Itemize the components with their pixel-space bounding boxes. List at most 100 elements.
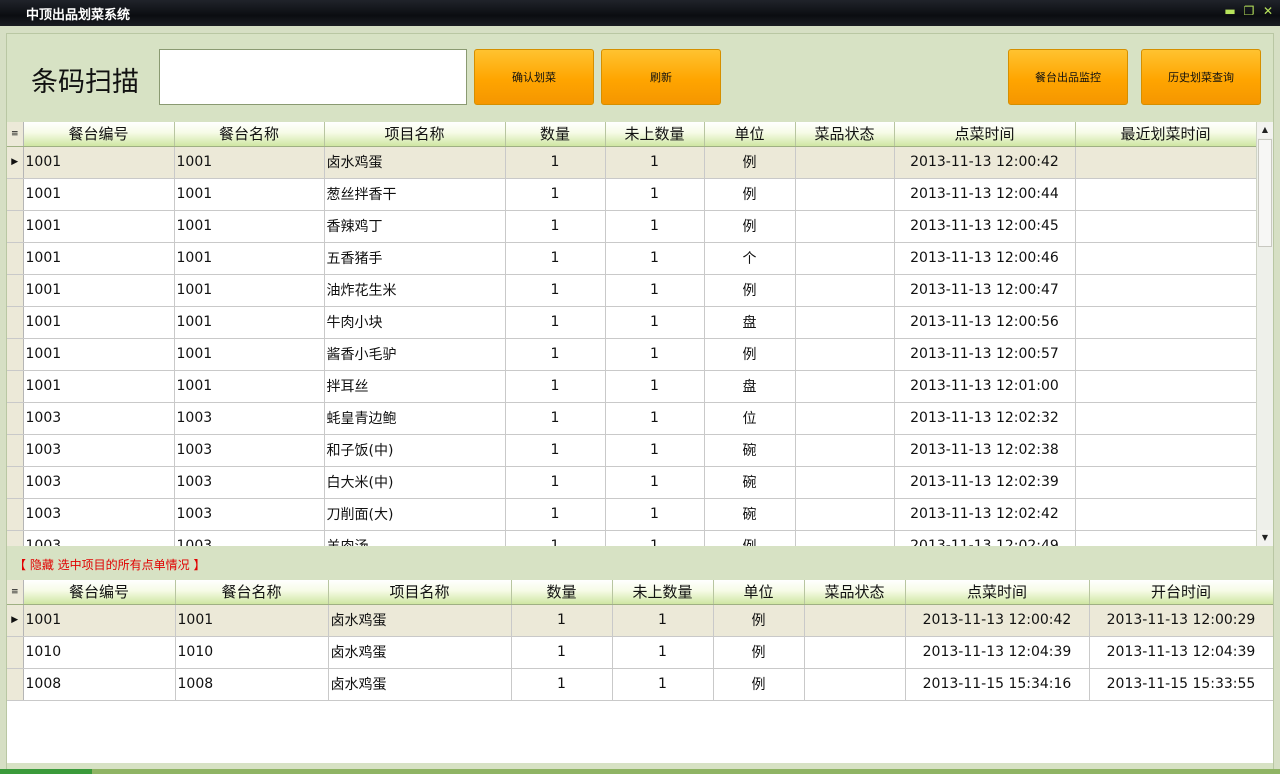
table-cell: 例 — [704, 146, 796, 179]
table-cell: 1 — [511, 604, 613, 637]
table-cell — [1075, 530, 1256, 546]
scroll-down-icon[interactable]: ▼ — [1257, 530, 1273, 546]
table-cell — [795, 146, 895, 179]
table-cell — [804, 604, 906, 637]
column-header[interactable]: 点菜时间 — [905, 580, 1090, 605]
table-cell: 1 — [505, 274, 606, 307]
table-cell: 1001 — [23, 604, 176, 637]
row-indicator[interactable] — [7, 434, 24, 467]
start-button[interactable] — [0, 769, 92, 774]
table-row[interactable]: 1008 1008 卤水鸡蛋 1 1 例 2013-11-15 15:34:16 2013-1… — [7, 668, 1273, 701]
table-row[interactable]: 1010 1010 卤水鸡蛋 1 1 例 2013-11-13 12:04:39 2013-1… — [7, 636, 1273, 669]
column-header[interactable]: 项目名称 — [324, 122, 506, 147]
row-indicator[interactable] — [7, 274, 24, 307]
table-cell: 位 — [704, 402, 796, 435]
row-indicator[interactable] — [7, 668, 24, 701]
row-indicator[interactable] — [7, 338, 24, 371]
table-cell: 2013-11-13 12:02:39 — [894, 466, 1076, 499]
column-header[interactable]: 点菜时间 — [894, 122, 1076, 147]
table-cell: 1008 — [23, 668, 176, 701]
table-cell: 1001 — [23, 146, 175, 179]
column-header[interactable]: 餐台编号 — [23, 122, 175, 147]
confirm-button[interactable]: 确认划菜 — [474, 49, 594, 105]
table-monitor-button[interactable]: 餐台出品监控 — [1008, 49, 1128, 105]
grid-header-row: ≡ 餐台编号 餐台名称 项目名称 数量 未上数量 单位 菜品状态 点菜时间 最近划菜时间 — [7, 122, 1256, 147]
column-header[interactable]: 菜品状态 — [804, 580, 906, 605]
column-header[interactable]: 单位 — [713, 580, 805, 605]
column-header[interactable]: 餐台名称 — [175, 580, 329, 605]
row-indicator[interactable] — [7, 306, 24, 339]
row-indicator[interactable] — [7, 242, 24, 275]
table-cell: 拌耳丝 — [324, 370, 506, 403]
table-cell: 卤水鸡蛋 — [328, 604, 512, 637]
barcode-input[interactable] — [159, 49, 467, 105]
column-header[interactable]: 开台时间 — [1089, 580, 1273, 605]
table-cell: 2013-11-13 12:02:32 — [894, 402, 1076, 435]
column-header[interactable]: 未上数量 — [605, 122, 705, 147]
table-row[interactable]: 1001 1001 牛肉小块 1 1 盘 2013-11-13 12:00:56 — [7, 306, 1256, 339]
table-cell: 1 — [605, 402, 705, 435]
table-row[interactable]: 1001 1001 拌耳丝 1 1 盘 2013-11-13 12:01:00 — [7, 370, 1256, 403]
table-row[interactable]: 1001 1001 香辣鸡丁 1 1 例 2013-11-13 12:00:45 — [7, 210, 1256, 243]
table-cell: 1 — [511, 668, 613, 701]
table-cell: 2013-11-13 12:00:42 — [894, 146, 1076, 179]
column-header[interactable]: 项目名称 — [328, 580, 512, 605]
table-cell: 1 — [605, 210, 705, 243]
column-header[interactable]: 菜品状态 — [795, 122, 895, 147]
table-row[interactable]: 1001 1001 葱丝拌香干 1 1 例 2013-11-13 12:00:44 — [7, 178, 1256, 211]
row-indicator[interactable] — [7, 370, 24, 403]
current-row-icon[interactable]: ▶ — [7, 146, 24, 179]
table-cell: 1001 — [174, 338, 325, 371]
table-row[interactable]: 1003 1003 刀削面(大) 1 1 碗 2013-11-13 12:02:42 — [7, 498, 1256, 531]
order-items-grid[interactable]: ≡ 餐台编号 餐台名称 项目名称 数量 未上数量 单位 菜品状态 点菜时间 最近划菜时间 ▶ 100… — [7, 122, 1256, 546]
table-cell: 卤水鸡蛋 — [328, 668, 512, 701]
table-row[interactable]: 1001 1001 油炸花生米 1 1 例 2013-11-13 12:00:47 — [7, 274, 1256, 307]
column-chooser-icon[interactable]: ≡ — [7, 580, 24, 605]
row-indicator[interactable] — [7, 466, 24, 499]
column-chooser-icon[interactable]: ≡ — [7, 122, 24, 147]
column-header[interactable]: 单位 — [704, 122, 796, 147]
column-header[interactable]: 未上数量 — [612, 580, 714, 605]
table-cell — [1075, 466, 1256, 499]
column-header[interactable]: 数量 — [511, 580, 613, 605]
column-header[interactable]: 餐台名称 — [174, 122, 325, 147]
table-row[interactable]: 1003 1003 和子饭(中) 1 1 碗 2013-11-13 12:02:38 — [7, 434, 1256, 467]
table-cell — [1075, 434, 1256, 467]
row-indicator[interactable] — [7, 210, 24, 243]
table-row[interactable]: 1001 1001 五香猪手 1 1 个 2013-11-13 12:00:46 — [7, 242, 1256, 275]
row-indicator[interactable] — [7, 498, 24, 531]
table-row[interactable]: 10031003羊肉汤11例2013-11-13 12:02:49 — [7, 530, 1256, 546]
table-cell: 1001 — [23, 242, 175, 275]
vertical-scrollbar[interactable]: ▲ ▼ — [1256, 122, 1273, 546]
table-cell: 个 — [704, 242, 796, 275]
scroll-up-icon[interactable]: ▲ — [1257, 122, 1273, 138]
table-cell: 2013-11-13 12:00:45 — [894, 210, 1076, 243]
hide-orders-toggle[interactable]: 【 隐藏 选中项目的所有点单情况 】 — [14, 556, 205, 573]
table-cell: 1003 — [174, 402, 325, 435]
row-indicator[interactable] — [7, 530, 24, 546]
close-icon[interactable]: ✕ — [1260, 3, 1276, 19]
current-row-icon[interactable]: ▶ — [7, 604, 24, 637]
row-indicator[interactable] — [7, 402, 24, 435]
row-indicator[interactable] — [7, 636, 24, 669]
minimize-icon[interactable]: ▬ — [1222, 3, 1238, 19]
table-cell: 1001 — [174, 370, 325, 403]
table-cell: 和子饭(中) — [324, 434, 506, 467]
column-header[interactable]: 数量 — [505, 122, 606, 147]
scroll-thumb[interactable] — [1258, 139, 1272, 247]
restore-icon[interactable]: ❐ — [1241, 3, 1257, 19]
table-cell — [795, 274, 895, 307]
history-query-button[interactable]: 历史划菜查询 — [1141, 49, 1261, 105]
refresh-button[interactable]: 刷新 — [601, 49, 721, 105]
column-header[interactable]: 餐台编号 — [23, 580, 176, 605]
table-row[interactable]: ▶ 1001 1001 卤水鸡蛋 1 1 例 2013-11-13 12:00:42 2013-… — [7, 604, 1273, 637]
item-orders-grid[interactable]: ≡ 餐台编号 餐台名称 项目名称 数量 未上数量 单位 菜品状态 点菜时间 开台时间 ▶ 1001 1… — [7, 580, 1273, 763]
table-row[interactable]: 1001 1001 酱香小毛驴 1 1 例 2013-11-13 12:00:57 — [7, 338, 1256, 371]
row-indicator[interactable] — [7, 178, 24, 211]
table-cell: 1003 — [174, 498, 325, 531]
table-cell: 1003 — [174, 434, 325, 467]
column-header[interactable]: 最近划菜时间 — [1075, 122, 1256, 147]
table-row[interactable]: 1003 1003 白大米(中) 1 1 碗 2013-11-13 12:02:39 — [7, 466, 1256, 499]
table-row[interactable]: 1003 1003 蚝皇青边鲍 1 1 位 2013-11-13 12:02:32 — [7, 402, 1256, 435]
table-row[interactable]: ▶ 1001 1001 卤水鸡蛋 1 1 例 2013-11-13 12:00:42 — [7, 146, 1256, 179]
